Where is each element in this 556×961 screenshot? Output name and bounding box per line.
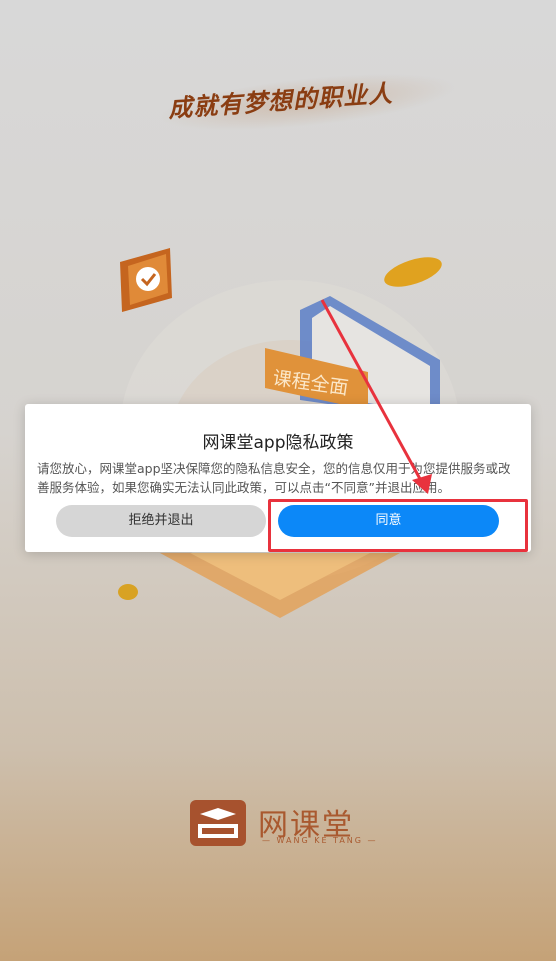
dialog-title: 网课堂app隐私政策 xyxy=(202,433,354,453)
reject-and-exit-button[interactable]: 拒绝并退出 xyxy=(56,505,266,537)
dialog-body: 请您放心，网课堂app坚决保障您的隐私信息安全，您的信息仅用于为您提供服务或改善… xyxy=(37,461,511,495)
agree-highlight-box xyxy=(268,499,528,552)
